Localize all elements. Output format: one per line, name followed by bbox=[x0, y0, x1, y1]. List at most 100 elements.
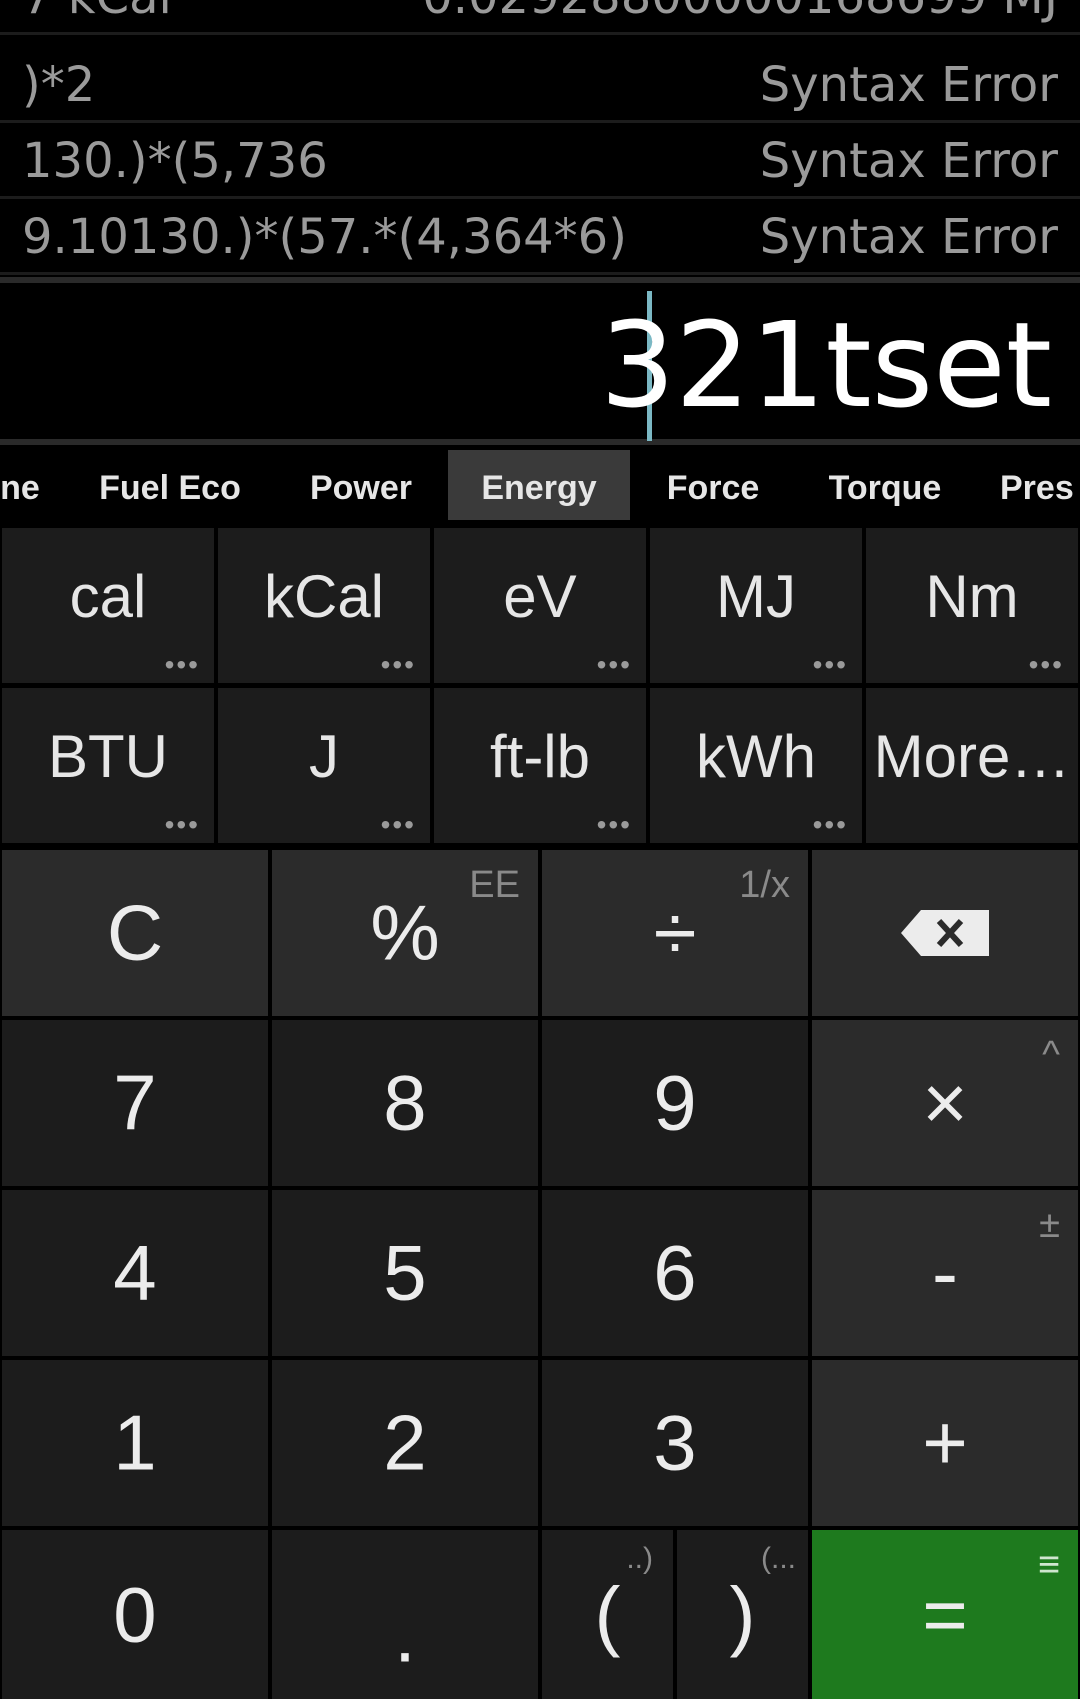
backspace-button[interactable] bbox=[812, 850, 1078, 1016]
unit-keypad: cal ••• kCal ••• eV ••• MJ ••• Nm ••• BT… bbox=[0, 526, 1080, 846]
digit-label: 8 bbox=[383, 1058, 427, 1147]
unit-label: BTU bbox=[48, 723, 168, 790]
digit-label: 9 bbox=[653, 1058, 697, 1147]
decimal-label: . bbox=[394, 1590, 416, 1679]
ee-label: EE bbox=[469, 864, 520, 906]
tab-force[interactable]: Force bbox=[640, 450, 786, 520]
more-dots-icon: ••• bbox=[812, 649, 848, 680]
tab-power[interactable]: Power bbox=[280, 450, 442, 520]
digit-9-button[interactable]: 9 bbox=[542, 1020, 808, 1186]
history-expression: 9.10130.)*(57.*(4,364*6) bbox=[22, 209, 627, 265]
clear-button[interactable]: C bbox=[2, 850, 268, 1016]
expression-display[interactable]: 321tset bbox=[0, 277, 1080, 445]
backspace-icon bbox=[901, 910, 989, 956]
history-result: 0.02928800000168699 MJ bbox=[422, 0, 1058, 32]
unit-ftlb-button[interactable]: ft-lb ••• bbox=[434, 688, 646, 843]
more-dots-icon: ••• bbox=[1028, 649, 1064, 680]
unit-nm-button[interactable]: Nm ••• bbox=[866, 528, 1078, 683]
unit-label: More… bbox=[873, 723, 1071, 790]
multiply-button[interactable]: × ^ bbox=[812, 1020, 1078, 1186]
digit-label: 1 bbox=[113, 1398, 157, 1487]
close-paren-button[interactable]: ) (... bbox=[677, 1530, 808, 1699]
more-dots-icon: ••• bbox=[380, 649, 416, 680]
percent-button[interactable]: % EE bbox=[272, 850, 538, 1016]
history-row[interactable]: 130.)*(5,736 Syntax Error bbox=[0, 126, 1080, 199]
more-dots-icon: ••• bbox=[812, 809, 848, 840]
multiply-label: × bbox=[922, 1058, 968, 1147]
open-paren-label: ( bbox=[594, 1570, 621, 1658]
minus-button[interactable]: - ± bbox=[812, 1190, 1078, 1356]
paren-hint-label: (... bbox=[761, 1542, 796, 1575]
history-row[interactable]: )*2 Syntax Error bbox=[0, 50, 1080, 123]
digit-5-button[interactable]: 5 bbox=[272, 1190, 538, 1356]
digit-label: 3 bbox=[653, 1398, 697, 1487]
minus-label: - bbox=[932, 1228, 958, 1317]
power-label: ^ bbox=[1042, 1034, 1060, 1076]
history-expression: 7 kCal bbox=[22, 0, 172, 32]
digit-label: 6 bbox=[653, 1228, 697, 1317]
close-paren-label: ) bbox=[729, 1570, 756, 1658]
unit-kcal-button[interactable]: kCal ••• bbox=[218, 528, 430, 683]
digit-6-button[interactable]: 6 bbox=[542, 1190, 808, 1356]
unit-mj-button[interactable]: MJ ••• bbox=[650, 528, 862, 683]
more-dots-icon: ••• bbox=[164, 809, 200, 840]
unit-more-button[interactable]: More… bbox=[866, 688, 1078, 843]
digit-4-button[interactable]: 4 bbox=[2, 1190, 268, 1356]
menu-lines-icon: ≡ bbox=[1037, 1544, 1060, 1586]
unit-label: eV bbox=[503, 563, 577, 630]
history-result: Syntax Error bbox=[759, 57, 1058, 113]
unit-kwh-button[interactable]: kWh ••• bbox=[650, 688, 862, 843]
unit-cal-button[interactable]: cal ••• bbox=[2, 528, 214, 683]
unit-label: ft-lb bbox=[489, 723, 591, 790]
more-dots-icon: ••• bbox=[380, 809, 416, 840]
history-row[interactable]: 7 kCal 0.02928800000168699 MJ bbox=[0, 0, 1080, 35]
tab-torque[interactable]: Torque bbox=[800, 450, 970, 520]
digit-label: 5 bbox=[383, 1228, 427, 1317]
clear-label: C bbox=[106, 888, 164, 977]
unit-label: MJ bbox=[716, 563, 796, 630]
numeric-keypad: C % EE ÷ 1/x 7 8 9 × ^ 4 5 6 - ± 1 2 3 +… bbox=[0, 848, 1080, 1699]
plus-label: + bbox=[922, 1398, 968, 1487]
tab-energy[interactable]: Energy bbox=[448, 450, 630, 520]
history-expression: 130.)*(5,736 bbox=[22, 133, 328, 189]
digit-label: 0 bbox=[113, 1570, 157, 1658]
digit-7-button[interactable]: 7 bbox=[2, 1020, 268, 1186]
equals-button[interactable]: = ≡ bbox=[812, 1530, 1078, 1699]
digit-1-button[interactable]: 1 bbox=[2, 1360, 268, 1526]
history-result: Syntax Error bbox=[759, 133, 1058, 189]
digit-label: 7 bbox=[113, 1058, 157, 1147]
category-tabs: ne Fuel Eco Power Energy Force Torque Pr… bbox=[0, 450, 1080, 526]
unit-btu-button[interactable]: BTU ••• bbox=[2, 688, 214, 843]
digit-0-button[interactable]: 0 bbox=[2, 1530, 268, 1699]
digit-8-button[interactable]: 8 bbox=[272, 1020, 538, 1186]
tab-pressure[interactable]: Pres bbox=[1000, 450, 1080, 520]
history-row[interactable]: 9.10130.)*(57.*(4,364*6) Syntax Error bbox=[0, 202, 1080, 275]
reciprocal-label: 1/x bbox=[739, 864, 790, 906]
unit-label: kWh bbox=[696, 723, 816, 790]
decimal-button[interactable]: . bbox=[272, 1530, 538, 1699]
digit-3-button[interactable]: 3 bbox=[542, 1360, 808, 1526]
digit-2-button[interactable]: 2 bbox=[272, 1360, 538, 1526]
history-result: Syntax Error bbox=[759, 209, 1058, 265]
divide-button[interactable]: ÷ 1/x bbox=[542, 850, 808, 1016]
digit-label: 4 bbox=[113, 1228, 157, 1317]
tab-fuel-eco[interactable]: Fuel Eco bbox=[80, 450, 260, 520]
paren-hint-label: ..) bbox=[626, 1542, 653, 1575]
unit-label: kCal bbox=[263, 563, 385, 630]
more-dots-icon: ••• bbox=[164, 649, 200, 680]
plus-button[interactable]: + bbox=[812, 1360, 1078, 1526]
display-value[interactable]: 321tset bbox=[600, 295, 1052, 435]
more-dots-icon: ••• bbox=[596, 809, 632, 840]
unit-label: J bbox=[309, 723, 339, 790]
digit-label: 2 bbox=[383, 1398, 427, 1487]
open-paren-button[interactable]: ( ..) bbox=[542, 1530, 673, 1699]
more-dots-icon: ••• bbox=[596, 649, 632, 680]
plus-minus-label: ± bbox=[1039, 1204, 1060, 1246]
unit-label: cal bbox=[69, 563, 147, 630]
history-expression: )*2 bbox=[22, 57, 96, 113]
unit-ev-button[interactable]: eV ••• bbox=[434, 528, 646, 683]
unit-j-button[interactable]: J ••• bbox=[218, 688, 430, 843]
tab-time[interactable]: ne bbox=[0, 450, 50, 520]
unit-label: Nm bbox=[925, 563, 1019, 630]
history-list: 7 kCal 0.02928800000168699 MJ )*2 Syntax… bbox=[0, 0, 1080, 277]
